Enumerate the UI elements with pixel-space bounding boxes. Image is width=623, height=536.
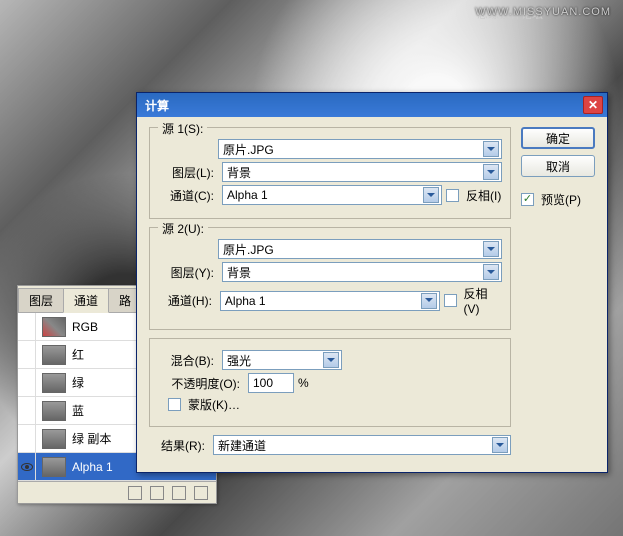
source1-channel-label: 通道(C): <box>158 187 214 204</box>
tab-channels[interactable]: 通道 <box>63 288 109 313</box>
opacity-value: 100 <box>253 376 273 390</box>
source2-channel-combo[interactable]: Alpha 1 <box>220 291 440 311</box>
source1-group: 源 1(S): 原片.JPG 图层(L): 背景 通道(C): <box>149 127 511 219</box>
new-channel-icon[interactable] <box>172 486 186 500</box>
delete-channel-icon[interactable] <box>194 486 208 500</box>
close-button[interactable]: ✕ <box>583 96 603 114</box>
opacity-input[interactable]: 100 <box>248 373 294 393</box>
channel-name: 绿 <box>72 374 84 391</box>
visibility-toggle[interactable] <box>18 369 36 397</box>
watermark: WWW.MISSYUAN.COM <box>475 6 611 18</box>
eye-icon <box>21 463 33 471</box>
channel-name: 绿 副本 <box>72 430 111 447</box>
channel-name: Alpha 1 <box>72 460 113 474</box>
chevron-down-icon <box>483 264 499 280</box>
combo-value: 背景 <box>227 164 251 181</box>
chevron-down-icon <box>483 241 499 257</box>
source2-invert-checkbox[interactable] <box>444 294 457 307</box>
source1-channel-combo[interactable]: Alpha 1 <box>222 185 442 205</box>
combo-value: 原片.JPG <box>223 141 274 158</box>
combo-value: 强光 <box>227 352 251 369</box>
chevron-down-icon <box>492 437 508 453</box>
source1-layer-label: 图层(L): <box>158 164 214 181</box>
close-icon: ✕ <box>588 98 598 112</box>
source1-layer-combo[interactable]: 背景 <box>222 162 502 182</box>
cancel-button[interactable]: 取消 <box>521 155 595 177</box>
mask-label: 蒙版(K)… <box>188 396 240 413</box>
channel-thumbnail <box>42 401 66 421</box>
result-combo[interactable]: 新建通道 <box>213 435 511 455</box>
source2-file-combo[interactable]: 原片.JPG <box>218 239 502 259</box>
opacity-suffix: % <box>298 376 309 390</box>
channel-thumbnail <box>42 317 66 337</box>
result-label: 结果(R): <box>149 437 205 454</box>
source1-legend: 源 1(S): <box>158 120 207 137</box>
combo-value: Alpha 1 <box>225 294 266 308</box>
source2-invert-label: 反相(V) <box>464 285 503 316</box>
channel-thumbnail <box>42 429 66 449</box>
source2-legend: 源 2(U): <box>158 220 208 237</box>
visibility-toggle[interactable] <box>18 341 36 369</box>
source1-invert-checkbox[interactable] <box>446 189 459 202</box>
blend-group: 混合(B): 强光 不透明度(O): 100 % 蒙版(K)… <box>149 338 511 427</box>
combo-value: 原片.JPG <box>223 241 274 258</box>
chevron-down-icon <box>423 187 439 203</box>
combo-value: 背景 <box>227 264 251 281</box>
channel-thumbnail <box>42 373 66 393</box>
channel-name: RGB <box>72 320 98 334</box>
chevron-down-icon <box>421 293 437 309</box>
save-selection-icon[interactable] <box>150 486 164 500</box>
source2-layer-label: 图层(Y): <box>158 264 214 281</box>
blend-label: 混合(B): <box>158 352 214 369</box>
mask-checkbox[interactable] <box>168 398 181 411</box>
preview-checkbox[interactable] <box>521 193 534 206</box>
source1-file-combo[interactable]: 原片.JPG <box>218 139 502 159</box>
source2-layer-combo[interactable]: 背景 <box>222 262 502 282</box>
channel-name: 蓝 <box>72 402 84 419</box>
channel-name: 红 <box>72 346 84 363</box>
calculations-dialog: 计算 ✕ 源 1(S): 原片.JPG 图层(L): 背景 <box>136 92 608 473</box>
dialog-titlebar[interactable]: 计算 ✕ <box>137 93 607 117</box>
source2-group: 源 2(U): 原片.JPG 图层(Y): 背景 通道(H): <box>149 227 511 330</box>
source2-channel-label: 通道(H): <box>158 292 212 309</box>
combo-value: Alpha 1 <box>227 188 268 202</box>
source1-invert-label: 反相(I) <box>466 187 501 204</box>
chevron-down-icon <box>323 352 339 368</box>
dialog-title: 计算 <box>145 97 169 114</box>
opacity-label: 不透明度(O): <box>158 375 240 392</box>
load-selection-icon[interactable] <box>128 486 142 500</box>
channel-thumbnail <box>42 457 66 477</box>
preview-label: 预览(P) <box>541 191 581 208</box>
chevron-down-icon <box>483 164 499 180</box>
panel-footer <box>18 481 216 503</box>
ok-button[interactable]: 确定 <box>521 127 595 149</box>
visibility-toggle[interactable] <box>18 397 36 425</box>
blend-mode-combo[interactable]: 强光 <box>222 350 342 370</box>
visibility-toggle[interactable] <box>18 425 36 453</box>
combo-value: 新建通道 <box>218 437 266 454</box>
visibility-toggle[interactable] <box>18 453 36 481</box>
tab-layers[interactable]: 图层 <box>18 288 64 312</box>
visibility-toggle[interactable] <box>18 313 36 341</box>
channel-thumbnail <box>42 345 66 365</box>
chevron-down-icon <box>483 141 499 157</box>
